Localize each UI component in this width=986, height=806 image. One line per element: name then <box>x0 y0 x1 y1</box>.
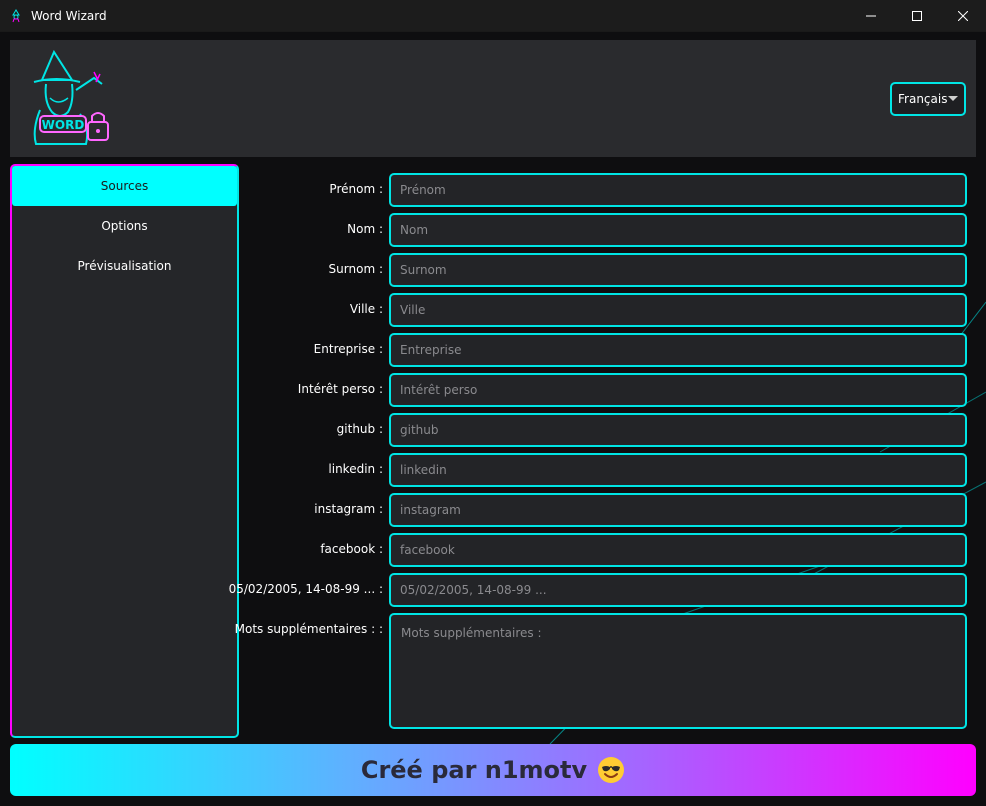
sidebar-item-options[interactable]: Options <box>12 206 237 246</box>
form-row-firstname: Prénom : <box>245 173 967 207</box>
extra-words-textarea[interactable] <box>389 613 967 729</box>
dates-input[interactable] <box>389 573 967 607</box>
form-row-company: Entreprise : <box>245 333 967 367</box>
github-input[interactable] <box>389 413 967 447</box>
wizard-icon <box>8 8 24 24</box>
sidebar-item-sources[interactable]: Sources <box>12 166 237 206</box>
window-title: Word Wizard <box>31 8 107 23</box>
form-row-instagram: instagram : <box>245 493 967 527</box>
chevron-down-icon <box>948 96 958 101</box>
sidebar-item-label: Prévisualisation <box>77 259 172 273</box>
firstname-input[interactable] <box>389 173 967 207</box>
smiling-face-with-sunglasses-icon <box>598 757 625 783</box>
facebook-input[interactable] <box>389 533 967 567</box>
interest-input[interactable] <box>389 373 967 407</box>
sidebar-item-label: Sources <box>100 179 149 193</box>
city-label: Ville : <box>349 302 383 316</box>
form-row-dates: 05/02/2005, 14-08-99 ... : <box>229 573 967 607</box>
company-label: Entreprise : <box>313 342 383 356</box>
form-row-nickname: Surnom : <box>245 253 967 287</box>
form-row-github: github : <box>245 413 967 447</box>
instagram-label: instagram : <box>314 502 383 516</box>
github-label: github : <box>336 422 383 436</box>
language-select-value: Français <box>898 92 948 106</box>
lastname-label: Nom : <box>347 222 383 236</box>
credits-text: Créé par n1motv <box>360 756 588 784</box>
nickname-input[interactable] <box>389 253 967 287</box>
language-select[interactable]: Français <box>890 82 966 116</box>
title-bar: Word Wizard <box>0 0 986 32</box>
firstname-label: Prénom : <box>329 182 383 196</box>
extra-words-label: Mots supplémentaires : : <box>234 622 383 636</box>
form-row-lastname: Nom : <box>245 213 967 247</box>
main-area: WORD Français Sources Options Prévisuali… <box>0 32 986 806</box>
lastname-input[interactable] <box>389 213 967 247</box>
sidebar-nav: Sources Options Prévisualisation <box>10 164 239 738</box>
linkedin-input[interactable] <box>389 453 967 487</box>
window-controls <box>848 0 986 32</box>
form-row-extra-words: Mots supplémentaires : : <box>235 613 967 729</box>
word-wizard-logo: WORD <box>33 50 109 145</box>
sidebar-item-label: Options <box>101 219 148 233</box>
sidebar-item-preview[interactable]: Prévisualisation <box>12 246 237 286</box>
dates-label: 05/02/2005, 14-08-99 ... : <box>228 582 383 596</box>
facebook-label: facebook : <box>320 542 383 556</box>
form-row-linkedin: linkedin : <box>245 453 967 487</box>
form-row-city: Ville : <box>245 293 967 327</box>
logo-text: WORD <box>42 118 85 132</box>
maximize-button[interactable] <box>894 0 940 32</box>
interest-label: Intérêt perso : <box>297 382 383 396</box>
form-row-interest: Intérêt perso : <box>245 373 967 407</box>
company-input[interactable] <box>389 333 967 367</box>
credits-banner[interactable]: Créé par n1motv <box>10 744 976 796</box>
city-input[interactable] <box>389 293 967 327</box>
minimize-button[interactable] <box>848 0 894 32</box>
linkedin-label: linkedin : <box>328 462 383 476</box>
form-row-facebook: facebook : <box>245 533 967 567</box>
header-panel: WORD Français <box>10 40 976 157</box>
instagram-input[interactable] <box>389 493 967 527</box>
close-button[interactable] <box>940 0 986 32</box>
nickname-label: Surnom : <box>328 262 383 276</box>
